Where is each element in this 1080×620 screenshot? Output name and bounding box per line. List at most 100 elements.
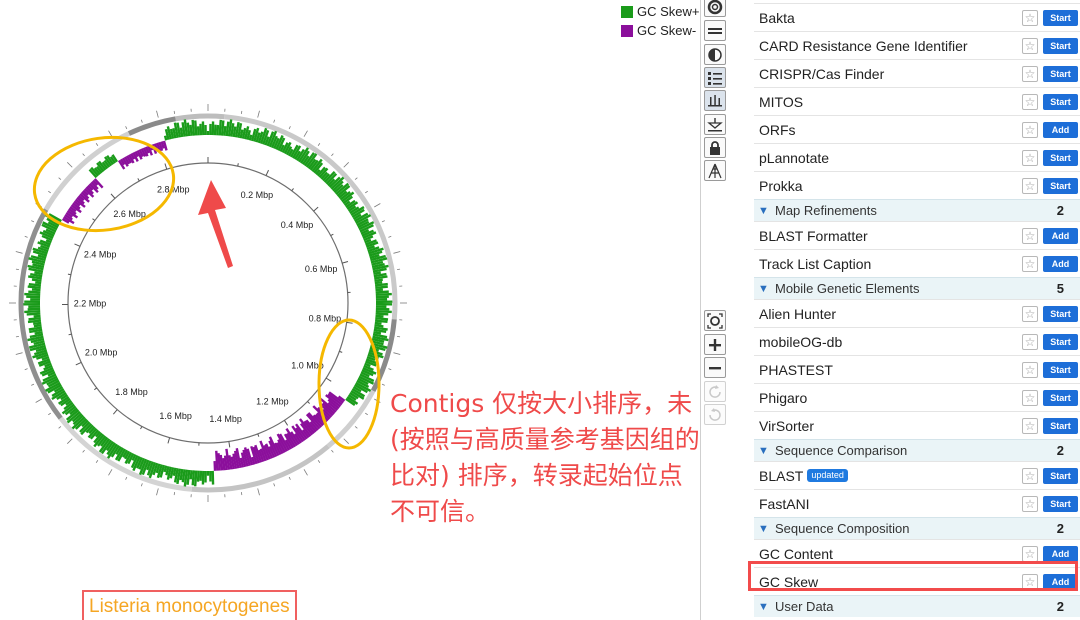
star-icon[interactable]: ☆ [1022,122,1038,138]
add-button[interactable]: Add [1043,546,1078,562]
tool-name: BLAST [759,467,804,484]
star-icon[interactable]: ☆ [1022,150,1038,166]
outer-tick [15,352,23,355]
outer-tick [67,438,73,444]
ladder-icon[interactable] [704,160,726,181]
star-icon[interactable]: ☆ [1022,306,1038,322]
start-button[interactable]: Start [1043,334,1078,350]
section-header[interactable]: ▼ User Data 2 [754,595,1080,617]
ring-icon[interactable] [704,0,726,17]
tool-row[interactable]: FastANI ☆ Start [754,489,1080,517]
section-label: Mobile Genetic Elements [775,281,920,296]
tool-row[interactable]: BLAST updated ☆ Start [754,461,1080,489]
zoom-in-icon[interactable] [704,334,726,355]
start-button[interactable]: Start [1043,66,1078,82]
reset-icon[interactable] [704,404,726,425]
outer-tick [343,162,349,168]
section-count: 2 [1056,599,1064,614]
gc-skew-bar [189,470,193,480]
legend-list-icon[interactable] [704,67,726,88]
tool-row[interactable]: VirSorter ☆ Start [754,411,1080,439]
contrast-icon[interactable] [704,44,726,65]
star-icon[interactable]: ☆ [1022,178,1038,194]
outer-tick [31,220,35,223]
gc-skew-bar [189,124,193,136]
star-icon[interactable]: ☆ [1022,546,1038,562]
section-header[interactable]: ▼ Map Refinements 2 [754,199,1080,221]
add-button[interactable]: Add [1043,228,1078,244]
outer-tick [388,235,392,238]
gc-skew-bar [24,310,41,314]
tool-row[interactable]: Track List Caption ☆ Add [754,249,1080,277]
start-button[interactable]: Start [1043,38,1078,54]
start-button[interactable]: Start [1043,94,1078,110]
tool-panel: Bakta ☆ Start CARD Resistance Gene Identifi… [742,0,1080,620]
add-button[interactable]: Add [1043,256,1078,272]
start-button[interactable]: Start [1043,306,1078,322]
star-icon[interactable]: ☆ [1022,362,1038,378]
rotate-icon[interactable] [704,381,726,402]
tool-row[interactable]: Phigaro ☆ Start [754,383,1080,411]
star-icon[interactable]: ☆ [1022,228,1038,244]
start-button[interactable]: Start [1043,178,1078,194]
gc-skew-bar [374,321,382,325]
outer-tick [331,449,334,453]
tool-row[interactable]: PHASTEST ☆ Start [754,355,1080,383]
tool-row[interactable]: CARD Resistance Gene Identifier ☆ Start [754,31,1080,59]
tool-row[interactable]: pLannotate ☆ Start [754,143,1080,171]
map-area[interactable]: 0.2 Mbp 0.4 Mbp 0.6 Mbp 0.8 Mbp 1.0 Mbp 1.2 M… [0,0,700,620]
outer-tick [381,383,385,386]
tool-row[interactable]: BLAST Formatter ☆ Add [754,221,1080,249]
add-button[interactable]: Add [1043,122,1078,138]
star-icon[interactable]: ☆ [1022,390,1038,406]
star-icon[interactable]: ☆ [1022,10,1038,26]
tool-row[interactable]: ORFs ☆ Add [754,115,1080,143]
lock-icon[interactable] [704,137,726,158]
tool-row[interactable]: Alien Hunter ☆ Start [754,299,1080,327]
rows-icon[interactable] [704,20,726,41]
gc-skew-bar [31,278,42,282]
outer-tick [156,110,159,118]
start-button[interactable]: Start [1043,468,1078,484]
start-button[interactable]: Start [1043,362,1078,378]
gc-skew-bar [374,278,383,282]
tracks-icon[interactable] [704,90,726,111]
star-icon[interactable]: ☆ [1022,256,1038,272]
section-header[interactable]: ▼ Sequence Comparison 2 [754,439,1080,461]
zoom-out-icon[interactable] [704,357,726,378]
anchor-icon[interactable] [704,114,726,135]
tool-row[interactable]: MITOS ☆ Start [754,87,1080,115]
tool-row[interactable]: Bakta ☆ Start [754,3,1080,31]
start-button[interactable]: Start [1043,496,1078,512]
tool-row[interactable]: mobileOG-db ☆ Start [754,327,1080,355]
tool-row[interactable]: CRISPR/Cas Finder ☆ Start [754,59,1080,87]
start-button[interactable]: Start [1043,150,1078,166]
gc-skew-bar [375,292,392,296]
outer-tick [273,119,276,123]
gc-skew-bar [172,467,177,476]
gc-skew-bar [374,324,384,328]
star-icon[interactable]: ☆ [1022,66,1038,82]
start-button[interactable]: Start [1043,390,1078,406]
star-icon[interactable]: ☆ [1022,94,1038,110]
start-button[interactable]: Start [1043,418,1078,434]
star-icon[interactable]: ☆ [1022,334,1038,350]
chevron-down-icon: ▼ [758,600,769,613]
star-icon[interactable]: ☆ [1022,496,1038,512]
star-icon[interactable]: ☆ [1022,468,1038,484]
ruler-tick [75,361,82,366]
tool-row[interactable]: Prokka ☆ Start [754,171,1080,199]
outer-tick [365,412,368,416]
gc-skew-bar [24,292,41,296]
star-icon[interactable]: ☆ [1022,38,1038,54]
star-icon[interactable]: ☆ [1022,418,1038,434]
section-header[interactable]: ▼ Mobile Genetic Elements 5 [754,277,1080,299]
ruler-label: 2.2 Mbp [74,299,107,309]
ruler-tick [167,437,171,444]
outer-tick [240,492,243,496]
start-button[interactable]: Start [1043,10,1078,26]
section-header[interactable]: ▼ Sequence Composition 2 [754,517,1080,539]
section-count: 2 [1056,443,1064,458]
zoom-fit-icon[interactable] [704,310,726,331]
ruler-label: 0.6 Mbp [305,264,338,274]
